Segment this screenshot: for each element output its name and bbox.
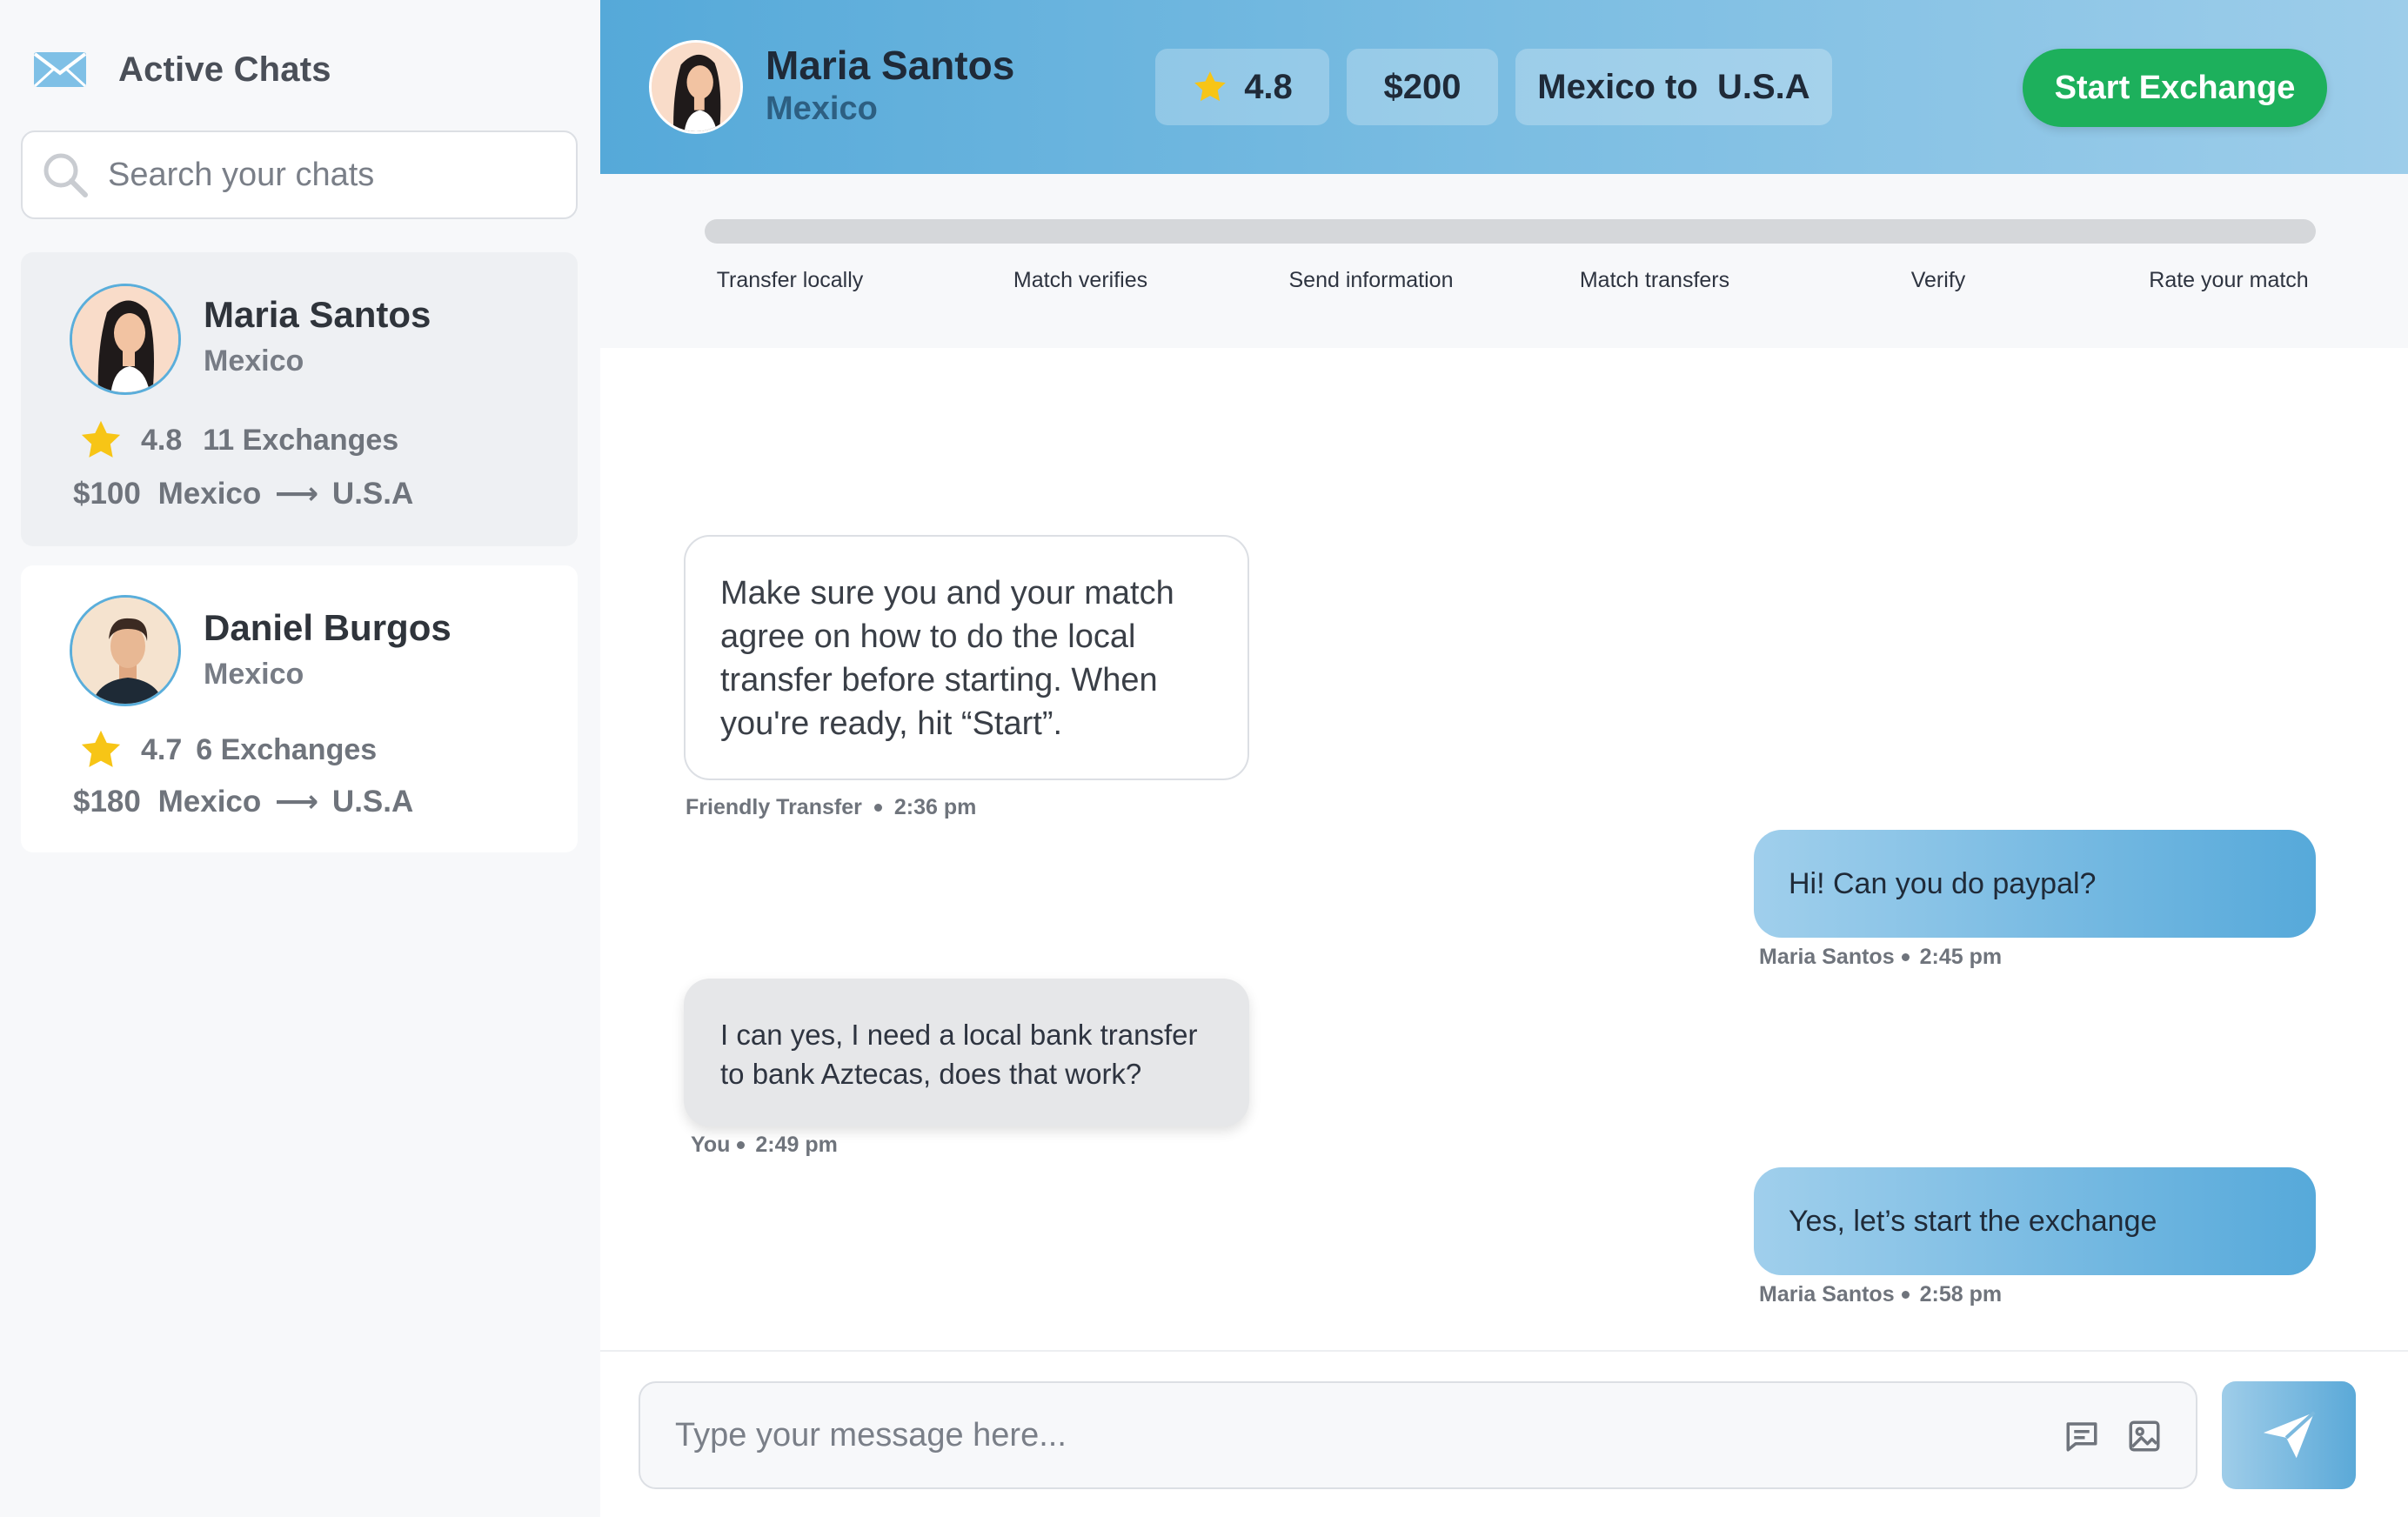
start-exchange-button[interactable]: Start Exchange	[2023, 49, 2327, 127]
star-icon	[1194, 71, 1227, 102]
message-sender: Maria Santos	[1759, 945, 1895, 969]
route-from: Mexico	[157, 785, 262, 819]
header-contact-name: Maria Santos	[766, 43, 1015, 88]
composer-divider	[600, 1350, 2408, 1352]
header-route: Mexico to U.S.A	[1537, 67, 1810, 106]
image-icon[interactable]	[2126, 1418, 2163, 1454]
envelope-icon	[33, 52, 87, 88]
separator-dot	[737, 1141, 746, 1149]
contact-country: Mexico	[204, 658, 304, 691]
message-input[interactable]	[675, 1416, 1980, 1454]
chat-card-daniel-burgos[interactable]: Daniel Burgos Mexico 4.7 6 Exchanges $18…	[21, 565, 578, 852]
step-match-verifies: Match verifies	[1013, 268, 1148, 292]
star-icon	[81, 730, 121, 767]
search-input[interactable]	[108, 156, 560, 194]
contact-name: Maria Santos	[204, 294, 431, 335]
separator-dot	[873, 804, 882, 812]
message-time: 2:36 pm	[893, 795, 977, 819]
contact-name: Daniel Burgos	[204, 607, 452, 648]
message-time: 2:58 pm	[1919, 1282, 2003, 1306]
chat-header: Maria Santos Mexico 4.8 $200 Mexico to U…	[600, 0, 2408, 174]
message-composer[interactable]	[639, 1381, 2197, 1489]
message-meta: Friendly Transfer 2:36 pm	[686, 795, 976, 820]
amount-pill: $200	[1347, 49, 1498, 125]
message-sender: Friendly Transfer	[686, 795, 862, 819]
header-avatar	[649, 40, 743, 134]
avatar	[70, 284, 181, 395]
message-time: 2:49 pm	[755, 1133, 838, 1157]
route-from: Mexico	[157, 477, 262, 511]
step-rate-your-match: Rate your match	[2149, 268, 2309, 292]
send-button[interactable]	[2222, 1381, 2356, 1489]
step-verify: Verify	[1910, 268, 1966, 292]
contact-country: Mexico	[204, 344, 304, 378]
rating-value: 4.7	[141, 732, 183, 766]
header-contact-country: Mexico	[766, 90, 878, 127]
chat-card-maria-santos[interactable]: Maria Santos Mexico 4.8 11 Exchanges $10…	[21, 252, 578, 546]
exchange-amount: $100	[73, 477, 141, 511]
contact-stats: 4.7 6 Exchanges	[78, 727, 377, 772]
rating-value: 4.8	[141, 423, 183, 457]
message-sender: You	[691, 1133, 731, 1157]
rating-pill: 4.8	[1155, 49, 1329, 125]
route-to: U.S.A	[331, 785, 414, 819]
progress-bar	[705, 219, 2316, 244]
chat-bubble-icon[interactable]	[2064, 1418, 2100, 1454]
sent-message: Yes, let’s start the exchange	[1754, 1167, 2316, 1275]
message-meta: Maria Santos 2:58 pm	[1759, 1282, 2002, 1307]
exchange-progress: Transfer locally Match verifies Send inf…	[600, 174, 2408, 348]
message-meta: You 2:49 pm	[691, 1133, 838, 1158]
message-sender: Maria Santos	[1759, 1282, 1895, 1306]
separator-dot	[1901, 1291, 1910, 1299]
avatar	[70, 595, 181, 706]
separator-dot	[1901, 953, 1910, 961]
arrow-right-icon: ⟶	[275, 477, 319, 511]
step-match-transfers: Match transfers	[1579, 268, 1730, 292]
search-box[interactable]	[21, 130, 578, 219]
header-rating: 4.8	[1244, 67, 1293, 106]
contact-stats: 4.8 11 Exchanges	[78, 418, 398, 463]
exchange-count: 11 Exchanges	[203, 423, 399, 457]
search-icon	[43, 153, 88, 197]
route-to: U.S.A	[331, 477, 414, 511]
star-icon	[81, 420, 121, 458]
step-send-information: Send information	[1288, 268, 1454, 292]
step-transfer-locally: Transfer locally	[716, 268, 864, 292]
exchange-amount: $180	[73, 785, 141, 819]
arrow-right-icon: ⟶	[275, 785, 319, 819]
sent-message: Hi! Can you do paypal?	[1754, 830, 2316, 938]
message-meta: Maria Santos 2:45 pm	[1759, 945, 2002, 970]
exchange-route: $180 Mexico ⟶ U.S.A	[73, 785, 413, 819]
message-time: 2:45 pm	[1919, 945, 2003, 969]
exchange-count: 6 Exchanges	[196, 732, 378, 766]
exchange-route: $100 Mexico ⟶ U.S.A	[73, 477, 413, 511]
received-message: I can yes, I need a local bank transfer …	[684, 979, 1249, 1126]
header-amount: $200	[1383, 67, 1462, 106]
chat-sidebar: Active Chats Maria Santos Mexico 4.8 11 …	[0, 0, 600, 1517]
paper-plane-icon	[2263, 1411, 2316, 1459]
route-pill: Mexico to U.S.A	[1515, 49, 1832, 125]
system-message: Make sure you and your match agree on ho…	[684, 535, 1249, 780]
sidebar-header: Active Chats	[33, 43, 331, 96]
sidebar-title: Active Chats	[118, 50, 331, 89]
